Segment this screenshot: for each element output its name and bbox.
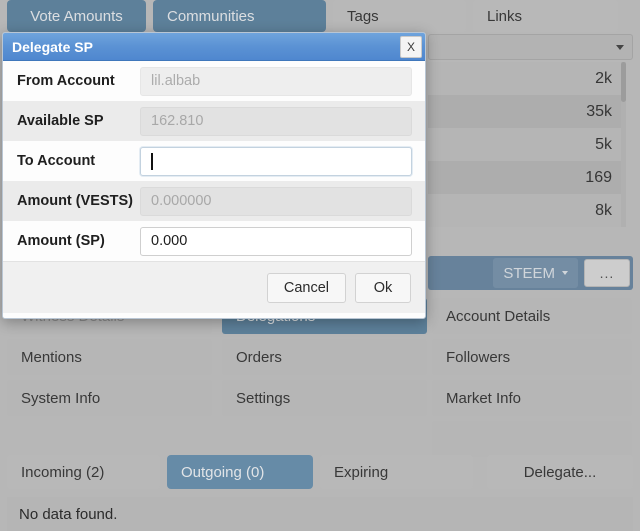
right-menu: Account Details Followers Market Info — [432, 298, 632, 462]
tab-outgoing[interactable]: Outgoing (0) — [166, 455, 313, 489]
value-text: 5k — [595, 135, 612, 153]
list-item[interactable]: 2k — [428, 62, 626, 95]
amount-vests-input: 0.000000 — [140, 186, 412, 216]
chevron-down-icon — [616, 44, 624, 50]
nav-item-mentions[interactable]: Mentions — [7, 339, 212, 375]
field-label: From Account — [17, 73, 115, 89]
value-text: 35k — [586, 102, 612, 120]
dialog-title: Delegate SP — [12, 38, 93, 55]
nav-label: Settings — [236, 389, 291, 407]
top-tab-bar: Vote Amounts Communities Tags Links — [0, 0, 640, 32]
value-text: 8k — [595, 201, 612, 219]
empty-state-message: No data found. — [7, 497, 633, 531]
tab-links[interactable]: Links — [473, 0, 618, 32]
field-label: Amount (SP) — [17, 233, 105, 249]
value-text: 2k — [595, 69, 612, 87]
delegation-tab-bar: Incoming (2) Outgoing (0) Expiring Deleg… — [7, 455, 633, 489]
field-value: 162.810 — [151, 113, 204, 129]
delegate-sp-dialog: Delegate SP X From Account lil.albab Ava… — [2, 32, 426, 319]
ok-button[interactable]: Ok — [355, 272, 411, 303]
form-row-available-sp: Available SP 162.810 — [3, 101, 425, 141]
dialog-form: From Account lil.albab Available SP 162.… — [3, 61, 425, 261]
menu-label: Followers — [446, 348, 511, 366]
list-item[interactable]: 5k — [428, 128, 626, 161]
field-label: Amount (VESTS) — [17, 193, 133, 209]
menu-item-market-info[interactable]: Market Info — [432, 380, 632, 416]
nav-label: Orders — [236, 348, 282, 366]
tab-label: Tags — [347, 7, 379, 25]
nav-label: Mentions — [21, 348, 82, 366]
close-icon[interactable]: X — [400, 35, 422, 58]
tab-label: Expiring — [334, 463, 389, 481]
currency-selector[interactable]: STEEM — [493, 258, 578, 288]
list-scrollbar[interactable] — [621, 62, 626, 227]
tab-label: Vote Amounts — [30, 7, 123, 25]
close-label: X — [406, 39, 415, 54]
menu-label: Market Info — [446, 389, 522, 407]
tab-label: Links — [487, 7, 523, 25]
menu-item-empty[interactable] — [432, 421, 632, 457]
field-value: 0.000 — [151, 233, 188, 249]
tab-delegate[interactable]: Delegate... — [486, 455, 633, 489]
menu-label: Account Details — [446, 307, 551, 325]
nav-label: System Info — [21, 389, 101, 407]
cancel-button[interactable]: Cancel — [266, 272, 346, 303]
nav-item-orders[interactable]: Orders — [222, 339, 427, 375]
tab-label: Outgoing (0) — [180, 463, 265, 481]
list-item[interactable]: 35k — [428, 95, 626, 128]
tab-vote-amounts[interactable]: Vote Amounts — [7, 0, 146, 32]
dialog-title-bar: Delegate SP X — [3, 33, 425, 61]
tab-label: Delegate... — [523, 463, 597, 481]
currency-action-bar: STEEM ... — [428, 256, 633, 290]
nav-item-system-info[interactable]: System Info — [7, 380, 212, 416]
tab-label: Communities — [167, 7, 255, 25]
more-label: ... — [599, 265, 615, 281]
form-row-amount-vests: Amount (VESTS) 0.000000 — [3, 181, 425, 221]
tab-incoming[interactable]: Incoming (2) — [7, 455, 160, 489]
tab-tags[interactable]: Tags — [333, 0, 466, 32]
menu-item-account-details[interactable]: Account Details — [432, 298, 632, 334]
application-window: Vote Amounts Communities Tags Links 2k 3… — [0, 0, 640, 531]
tab-communities[interactable]: Communities — [153, 0, 326, 32]
available-sp-input: 162.810 — [140, 106, 412, 136]
tab-expiring[interactable]: Expiring — [320, 455, 473, 489]
list-item[interactable]: 169 — [428, 161, 626, 194]
field-label: To Account — [17, 153, 96, 169]
nav-item-settings[interactable]: Settings — [222, 380, 427, 416]
form-row-to-account: To Account — [3, 141, 425, 181]
list-item[interactable]: 8k — [428, 194, 626, 227]
value-text: 169 — [585, 168, 612, 186]
filter-combobox[interactable] — [428, 34, 633, 60]
more-options-button[interactable]: ... — [584, 259, 630, 287]
value-list[interactable]: 2k 35k 5k 169 8k — [428, 62, 626, 227]
field-value: 0.000000 — [151, 193, 212, 209]
dialog-button-bar: Cancel Ok — [3, 261, 425, 313]
amount-sp-input[interactable]: 0.000 — [140, 226, 412, 256]
form-row-amount-sp: Amount (SP) 0.000 — [3, 221, 425, 261]
currency-label: STEEM — [503, 264, 555, 282]
to-account-input[interactable] — [140, 146, 412, 176]
scrollbar-thumb[interactable] — [621, 62, 626, 102]
from-account-input: lil.albab — [140, 66, 412, 96]
button-label: Cancel — [283, 279, 329, 296]
button-label: Ok — [373, 279, 393, 296]
field-label: Available SP — [17, 113, 104, 129]
field-value: lil.albab — [151, 73, 201, 89]
chevron-down-icon — [562, 271, 568, 275]
status-text: No data found. — [19, 505, 118, 523]
menu-item-followers[interactable]: Followers — [432, 339, 632, 375]
form-row-from-account: From Account lil.albab — [3, 61, 425, 101]
text-cursor-icon — [151, 152, 153, 170]
tab-label: Incoming (2) — [21, 463, 105, 481]
